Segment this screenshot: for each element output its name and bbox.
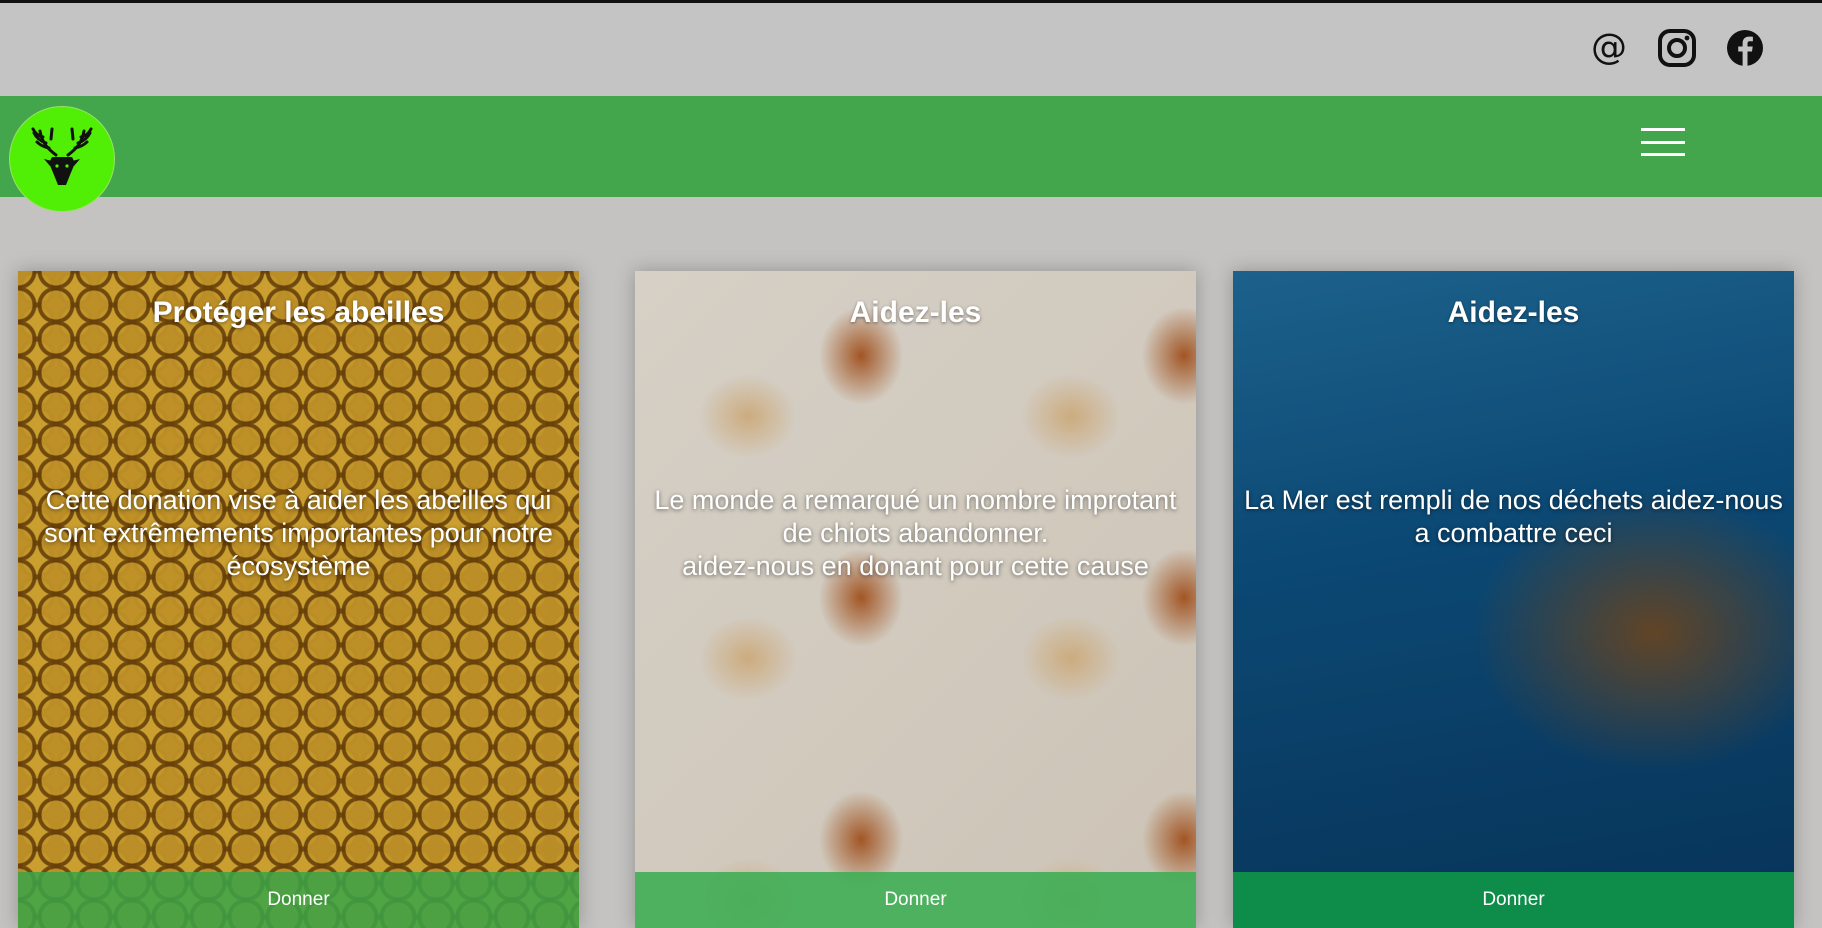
card-title: Protéger les abeilles — [152, 296, 445, 329]
card-title: Aidez-les — [1447, 296, 1580, 329]
card-description: Le monde a remarqué un nombre improtant … — [654, 485, 1177, 581]
email-link[interactable]: @ — [1586, 25, 1632, 71]
top-bar: @ — [0, 3, 1822, 96]
donation-card-sea: Aidez-les La Mer est rempli de nos déche… — [1233, 271, 1794, 928]
menu-line — [1641, 140, 1685, 144]
donate-button[interactable]: Donner — [1233, 872, 1794, 928]
instagram-link[interactable] — [1654, 25, 1700, 71]
navbar — [0, 96, 1822, 197]
donate-button[interactable]: Donner — [635, 872, 1196, 928]
hamburger-menu-button[interactable] — [1641, 128, 1685, 156]
card-description: Cette donation vise à aider les abeilles… — [44, 485, 553, 581]
card-title: Aidez-les — [849, 296, 982, 329]
at-icon: @ — [1591, 27, 1627, 68]
facebook-icon — [1727, 30, 1763, 66]
menu-line — [1641, 153, 1685, 156]
donate-button[interactable]: Donner — [18, 872, 579, 928]
menu-line — [1641, 128, 1685, 131]
card-description: La Mer est rempli de nos déchets aidez-n… — [1244, 485, 1783, 548]
donation-card-bees: Protéger les abeilles Cette donation vis… — [18, 271, 579, 928]
donation-card-puppies: Aidez-les Le monde a remarqué un nombre … — [635, 271, 1196, 928]
instagram-icon — [1658, 29, 1696, 67]
deer-head-icon — [31, 127, 93, 185]
facebook-link[interactable] — [1722, 25, 1768, 71]
site-logo[interactable] — [9, 106, 115, 212]
social-links: @ — [1586, 25, 1768, 71]
